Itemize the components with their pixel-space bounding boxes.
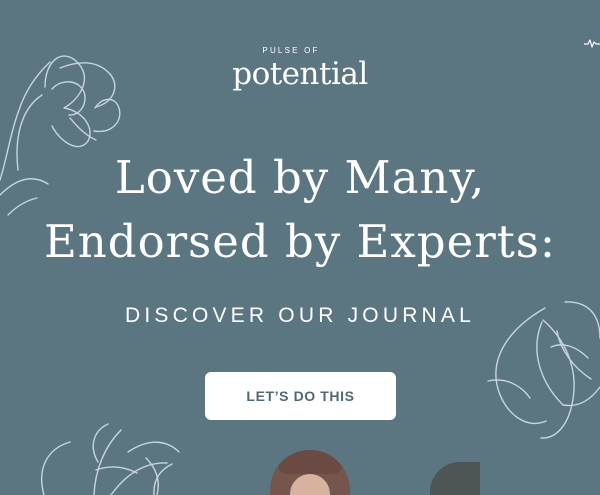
photo-shadow bbox=[430, 462, 480, 495]
bottom-lily-illustration bbox=[40, 423, 180, 495]
brand-logo: PULSE OF potential bbox=[0, 39, 600, 92]
hero-headline-line-1: Loved by Many, bbox=[114, 151, 486, 204]
brand-wordmark: potential bbox=[232, 56, 368, 92]
newsletter-hero: PULSE OF potential Loved by Many, Endors… bbox=[0, 0, 600, 495]
model-photo bbox=[270, 450, 350, 495]
hero-subheadline: DISCOVER OUR JOURNAL bbox=[124, 304, 476, 327]
brand-tagline: PULSE OF bbox=[262, 46, 320, 55]
hero-headline-line-2: Endorsed by Experts: bbox=[43, 215, 557, 268]
heartbeat-line-icon bbox=[584, 39, 600, 48]
cta-button[interactable]: LET’S DO THIS bbox=[205, 372, 396, 420]
